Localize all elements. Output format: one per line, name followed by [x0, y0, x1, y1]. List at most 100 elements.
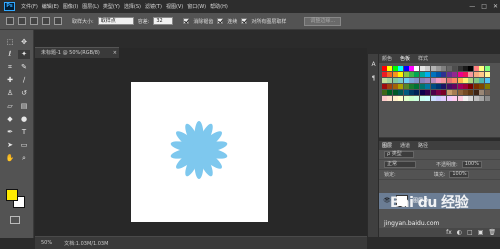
color-swatch[interactable] [452, 84, 458, 89]
color-swatch[interactable] [446, 66, 452, 71]
color-swatch[interactable] [441, 96, 447, 101]
color-swatch[interactable] [441, 72, 447, 77]
color-swatch[interactable] [419, 66, 425, 71]
color-swatch[interactable] [382, 96, 387, 101]
color-swatch[interactable] [387, 96, 393, 101]
layer-filter-select[interactable]: ρ 类型 [384, 151, 414, 158]
color-swatch[interactable] [425, 66, 431, 71]
color-swatch[interactable] [414, 72, 420, 77]
all-layers-checkbox[interactable] [241, 18, 248, 24]
pen-icon[interactable]: ✒ [4, 128, 16, 137]
tab-layers[interactable]: 图层 [382, 142, 392, 149]
color-swatch[interactable] [446, 90, 452, 95]
color-swatch[interactable] [425, 78, 431, 83]
color-swatch[interactable] [392, 78, 398, 83]
color-swatch[interactable] [452, 96, 458, 101]
color-swatch[interactable] [409, 66, 414, 71]
fill-input[interactable]: 100% [449, 171, 470, 178]
color-swatch[interactable] [452, 66, 458, 71]
blur-icon[interactable]: ◆ [4, 115, 16, 124]
color-swatch[interactable] [414, 78, 420, 83]
paragraph-icon[interactable]: ¶ [369, 74, 378, 83]
color-swatch[interactable] [398, 90, 404, 95]
color-swatch[interactable] [387, 78, 393, 83]
color-swatch[interactable] [387, 66, 393, 71]
color-swatch[interactable] [403, 66, 409, 71]
color-swatch[interactable] [392, 90, 398, 95]
blend-mode-select[interactable]: 正常 [384, 161, 416, 168]
color-swatch[interactable] [457, 84, 463, 89]
color-swatch[interactable] [425, 72, 431, 77]
color-swatch[interactable] [430, 78, 436, 83]
color-swatch[interactable] [430, 72, 436, 77]
color-swatch[interactable] [468, 90, 474, 95]
color-swatch[interactable] [463, 72, 468, 77]
color-swatch[interactable] [479, 96, 485, 101]
color-swatch[interactable] [463, 96, 468, 101]
color-swatch[interactable] [398, 72, 404, 77]
color-swatch[interactable] [473, 84, 479, 89]
menu-type[interactable]: 类型(Y) [103, 3, 120, 10]
menu-help[interactable]: 帮助(H) [210, 3, 228, 10]
zoom-level[interactable]: 50% [41, 240, 52, 246]
color-swatch[interactable] [382, 90, 387, 95]
color-swatch[interactable] [484, 90, 490, 95]
color-swatch[interactable] [468, 72, 474, 77]
color-swatch[interactable] [484, 66, 490, 71]
color-swatch[interactable] [392, 66, 398, 71]
color-swatch[interactable] [484, 84, 490, 89]
color-swatch[interactable] [484, 78, 490, 83]
sample-size-select[interactable]: 取样点 [97, 17, 134, 25]
brush-icon[interactable]: ∕ [18, 76, 30, 85]
close-button[interactable]: ✕ [493, 3, 498, 10]
color-swatch[interactable] [398, 78, 404, 83]
lasso-icon[interactable]: ℓ [4, 50, 16, 59]
color-swatch[interactable] [452, 78, 458, 83]
color-swatch[interactable] [436, 96, 441, 101]
subtract-selection-icon[interactable] [42, 17, 50, 25]
color-swatch[interactable] [436, 66, 441, 71]
color-swatch[interactable] [425, 96, 431, 101]
menu-layer[interactable]: 图层(L) [82, 3, 99, 10]
tab-channels[interactable]: 通道 [400, 142, 410, 149]
new-selection-icon[interactable] [18, 17, 26, 25]
color-swatch[interactable] [403, 84, 409, 89]
color-swatch[interactable] [403, 96, 409, 101]
document-canvas[interactable] [131, 82, 268, 222]
healing-brush-icon[interactable]: ✚ [4, 76, 16, 85]
color-swatch[interactable] [398, 96, 404, 101]
tab-styles[interactable]: 样式 [418, 55, 428, 62]
color-swatch[interactable] [479, 72, 485, 77]
menu-filter[interactable]: 滤镜(T) [145, 3, 162, 10]
color-swatch[interactable] [479, 84, 485, 89]
color-swatch[interactable] [387, 84, 393, 89]
color-swatch[interactable] [446, 84, 452, 89]
color-swatch[interactable] [468, 66, 474, 71]
color-swatch[interactable] [403, 72, 409, 77]
intersect-selection-icon[interactable] [54, 17, 62, 25]
color-swatch[interactable] [473, 78, 479, 83]
contiguous-checkbox[interactable] [217, 18, 224, 24]
color-swatch[interactable] [468, 96, 474, 101]
clone-stamp-icon[interactable]: ♙ [4, 89, 16, 98]
magic-wand-icon[interactable]: ✦ [18, 50, 30, 59]
color-swatch[interactable] [430, 90, 436, 95]
color-swatch[interactable] [392, 84, 398, 89]
menu-select[interactable]: 选择(S) [124, 3, 141, 10]
color-swatch[interactable] [446, 78, 452, 83]
color-swatch[interactable] [414, 90, 420, 95]
eyedropper-icon[interactable]: ✎ [18, 63, 30, 72]
gradient-icon[interactable]: ▤ [18, 102, 30, 111]
color-swatch[interactable] [441, 66, 447, 71]
color-swatch[interactable] [382, 78, 387, 83]
menu-window[interactable]: 窗口(W) [187, 3, 206, 10]
color-swatch[interactable] [382, 66, 387, 71]
color-swatch[interactable] [414, 96, 420, 101]
color-swatch[interactable] [479, 90, 485, 95]
color-swatch[interactable] [392, 96, 398, 101]
hand-icon[interactable]: ✋ [4, 154, 16, 163]
color-swatch[interactable] [414, 84, 420, 89]
color-swatch[interactable] [425, 90, 431, 95]
color-swatch[interactable] [409, 72, 414, 77]
crop-icon[interactable]: ⌗ [4, 63, 16, 72]
